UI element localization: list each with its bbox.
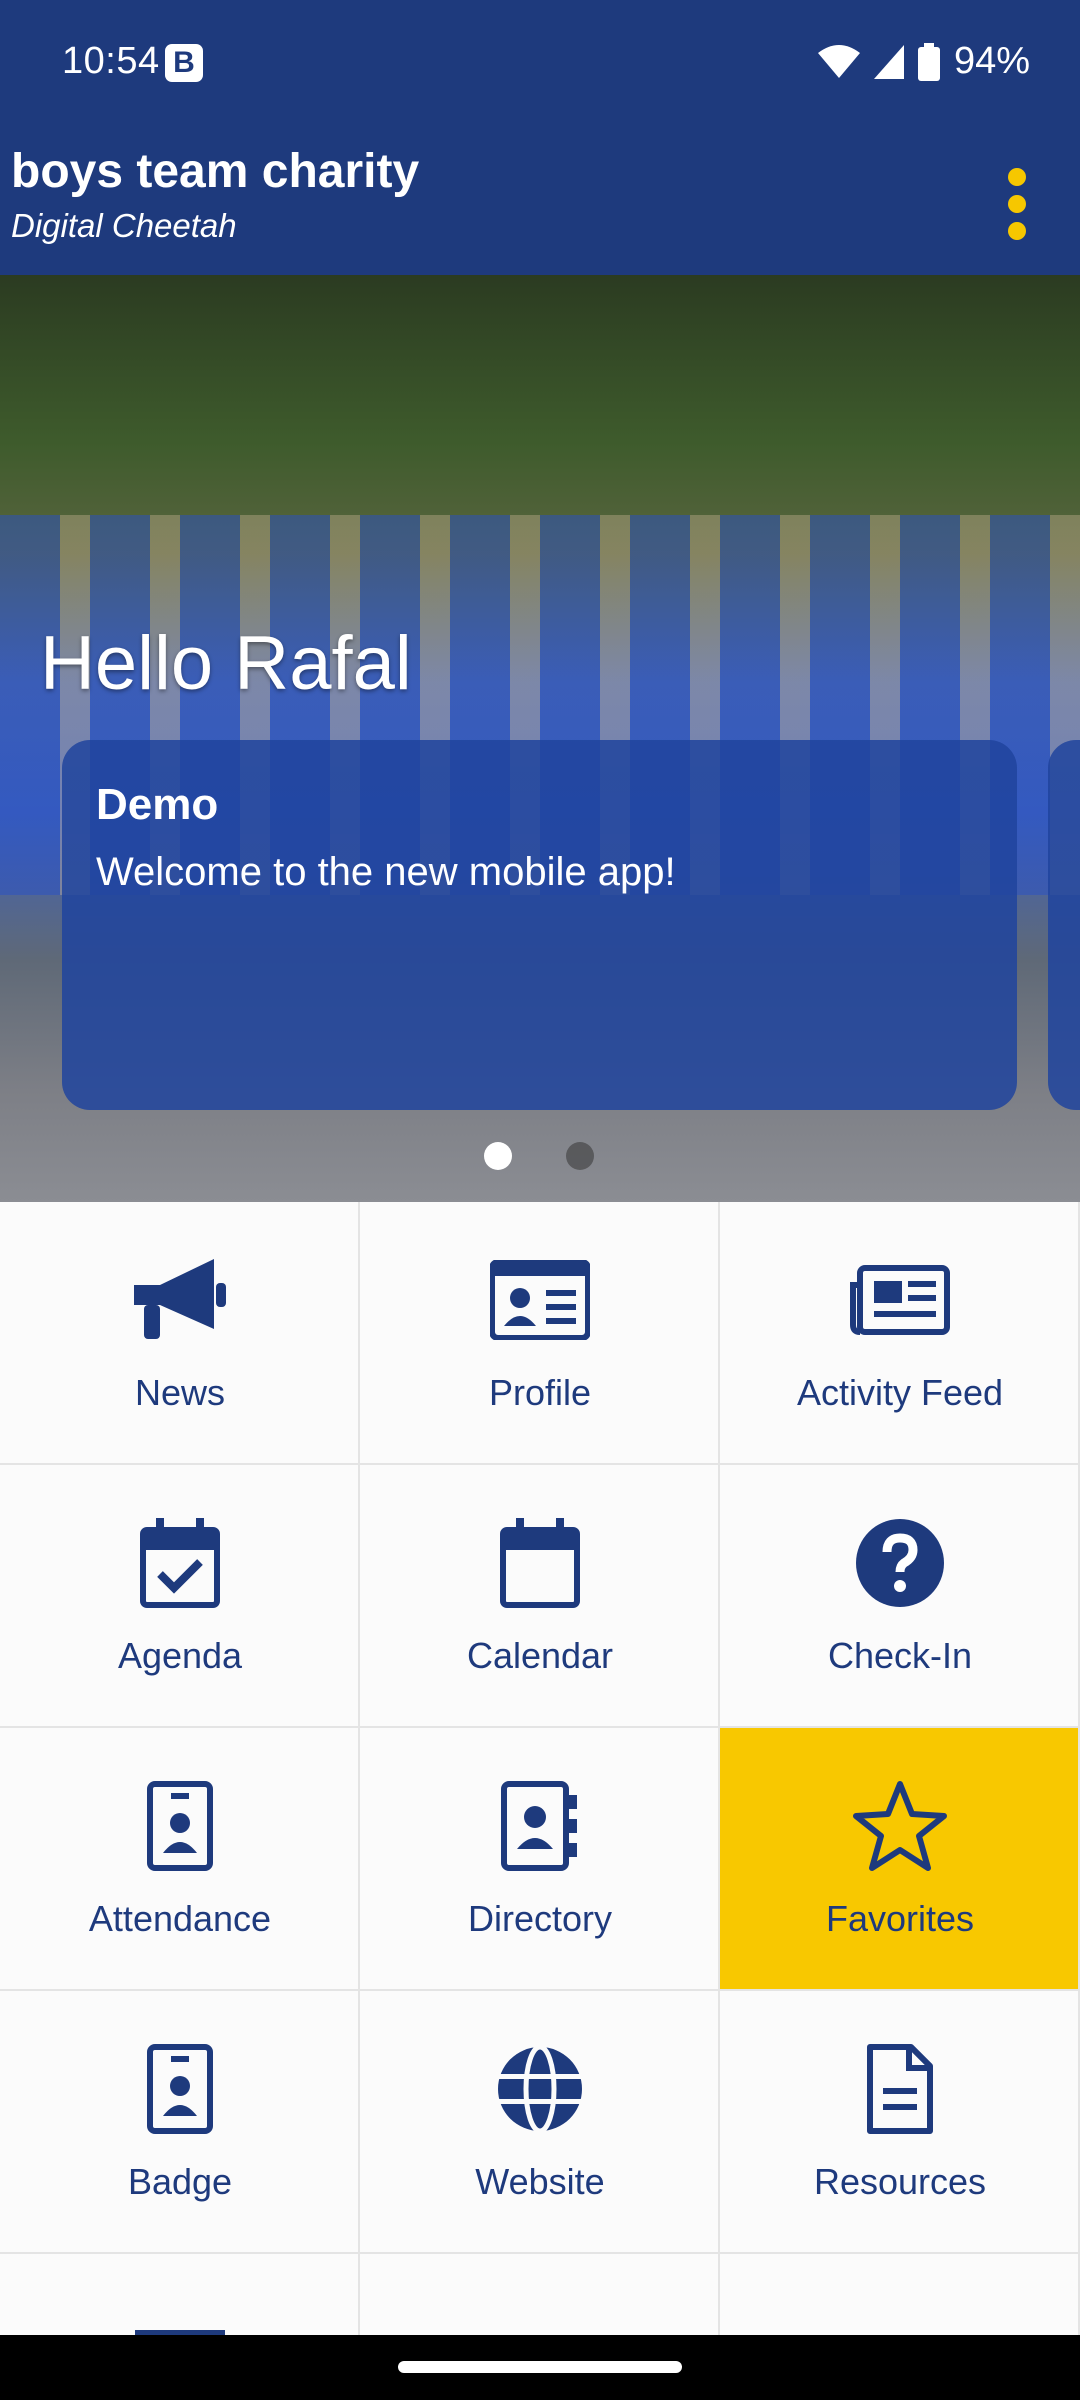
globe-icon <box>498 2044 582 2134</box>
app-subtitle: Digital Cheetah <box>11 207 237 244</box>
hero-banner: Hello Rafal Demo Welcome to the new mobi… <box>0 275 1080 1202</box>
more-vert-icon[interactable] <box>1002 168 1032 240</box>
carousel-dot-active[interactable] <box>484 1142 512 1170</box>
carousel-dot[interactable] <box>566 1142 594 1170</box>
calendar-icon <box>500 1518 580 1608</box>
tile-activity-feed[interactable]: Activity Feed <box>720 1202 1080 1465</box>
tile-label: Attendance <box>88 1898 272 1939</box>
id-card-icon <box>490 1260 590 1340</box>
tile-calendar[interactable]: Calendar <box>360 1465 720 1728</box>
tile-agenda[interactable]: Agenda <box>0 1465 360 1728</box>
tile-favorites[interactable]: Favorites <box>720 1728 1080 1991</box>
tile-resources[interactable]: Resources <box>720 1991 1080 2254</box>
tile-attendance[interactable]: Attendance <box>0 1728 360 1991</box>
home-gesture-handle[interactable] <box>398 2361 682 2373</box>
tile-label: Badge <box>127 2161 233 2202</box>
address-book-icon <box>501 1781 577 1871</box>
tile-label: Resources <box>813 2161 987 2202</box>
tile-label: Agenda <box>117 1635 243 1676</box>
tile-label: News <box>134 1372 226 1413</box>
newspaper-icon <box>850 1265 950 1335</box>
status-bar: 10:54 B 94% <box>0 0 1080 130</box>
tile-label: Favorites <box>825 1898 975 1939</box>
tile-label: Profile <box>488 1372 592 1413</box>
tile-label: Check-In <box>827 1635 973 1676</box>
tile-label: Directory <box>467 1898 613 1939</box>
battery-percentage: 94% <box>953 40 1030 82</box>
notification-badge-icon: B <box>165 44 203 82</box>
tile-label: Calendar <box>466 1635 614 1676</box>
battery-icon <box>917 42 940 81</box>
next-announcement-card[interactable] <box>1048 740 1080 1110</box>
tile-directory[interactable]: Directory <box>360 1728 720 1991</box>
announcement-text: Welcome to the new mobile app! <box>96 850 676 894</box>
tile-website[interactable]: Website <box>360 1991 720 2254</box>
app-bar: boys team charity Digital Cheetah <box>0 130 1080 275</box>
status-time: 10:54 <box>62 40 160 82</box>
announcement-card[interactable]: Demo Welcome to the new mobile app! <box>62 740 1017 1110</box>
document-icon <box>867 2044 933 2134</box>
calendar-check-icon <box>140 1518 220 1608</box>
megaphone-icon <box>134 1259 226 1339</box>
tile-news[interactable]: News <box>0 1202 360 1465</box>
tile-profile[interactable]: Profile <box>360 1202 720 1465</box>
app-title: boys team charity <box>11 145 420 198</box>
tile-label: Activity Feed <box>796 1372 1004 1413</box>
signal-icon <box>873 44 904 79</box>
person-badge-icon <box>147 2044 213 2134</box>
person-badge-icon <box>147 1781 213 1871</box>
announcement-title: Demo <box>96 780 219 829</box>
star-icon <box>853 1781 947 1871</box>
question-circle-icon <box>856 1519 944 1607</box>
wifi-icon <box>817 44 860 78</box>
tile-label: Website <box>475 2161 605 2202</box>
tile-badge[interactable]: Badge <box>0 1991 360 2254</box>
status-indicators: 94% <box>817 40 1030 83</box>
tile-check-in[interactable]: Check-In <box>720 1465 1080 1728</box>
greeting-text: Hello Rafal <box>40 621 412 706</box>
